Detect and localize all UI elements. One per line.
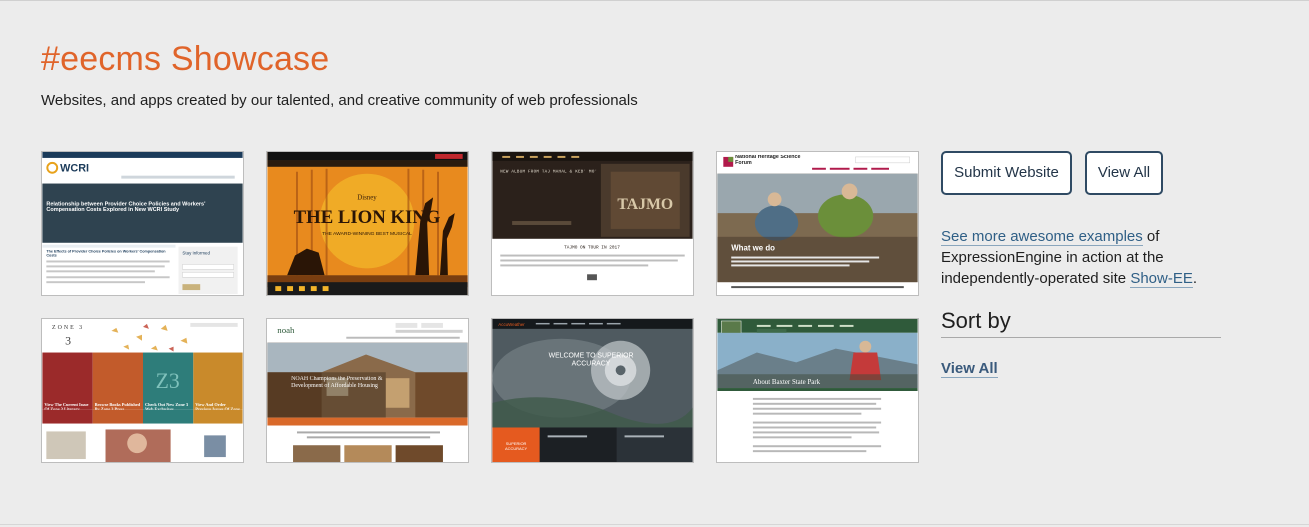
bottom-divider	[0, 524, 1309, 525]
wcri-logo-text: WCRI	[60, 163, 89, 175]
lion-king-title: THE LION KING	[294, 207, 441, 228]
accuweather-logo-text: AccuWeather	[498, 322, 525, 327]
view-all-button[interactable]: View All	[1085, 151, 1163, 195]
wcri-sidebar-title: Stay Informed	[182, 251, 210, 256]
info-end-text: .	[1192, 270, 1198, 287]
lion-king-brand: Disney	[357, 194, 377, 201]
heritage-science-screenshot: National Heritage Science Forum What we …	[717, 152, 918, 295]
showcase-info-text: See more awesome examples of ExpressionE…	[941, 226, 1221, 289]
sort-divider	[941, 337, 1221, 338]
showcase-card-lion-king[interactable]: Disney THE LION KING THE AWARD-WINNING B…	[266, 151, 469, 296]
accuweather-cta: SUPERIOR ACCURACY	[504, 441, 528, 452]
sort-by-heading: Sort by	[941, 308, 1011, 333]
heritage-section-title: What we do	[731, 244, 775, 253]
show-ee-link[interactable]: Show-EE	[1130, 270, 1193, 288]
showcase-card-wcri[interactable]: WCRI Relationship between Provider Choic…	[41, 151, 244, 296]
zone3-logo-text: ZONE 3	[52, 325, 84, 331]
showcase-card-zone3[interactable]: ZONE 3 3 Z3 View The Current Issue Of Zo…	[41, 318, 244, 463]
showcase-card-accuweather[interactable]: AccuWeather WELCOME TO SUPERIOR ACCURACY…	[491, 318, 694, 463]
tajmo-screenshot: TAJMO NEW ALBUM FROM TAJ MAHAL & KEB' MO…	[492, 152, 693, 295]
noah-screenshot: noah NOAH Champions the Preservation & D…	[267, 319, 468, 462]
lion-king-tagline: THE AWARD-WINNING BEST MUSICAL	[322, 231, 412, 237]
sort-view-all-link[interactable]: View All	[941, 360, 998, 378]
svg-text:3: 3	[65, 334, 71, 348]
showcase-card-heritage-science[interactable]: National Heritage Science Forum What we …	[716, 151, 919, 296]
baxter-screenshot: About Baxter State Park	[717, 319, 918, 462]
wcri-article-title: The Effects of Provider Choice Policies …	[46, 249, 166, 258]
svg-text:Z3: Z3	[156, 369, 180, 393]
zone3-screenshot: ZONE 3 3 Z3 View The Current Issue Of Zo…	[42, 319, 243, 462]
baxter-hero-headline: About Baxter State Park	[753, 379, 821, 386]
noah-logo-text: noah	[277, 325, 295, 335]
tajmo-headline: NEW ALBUM FROM TAJ MAHAL & KEB' MO'	[500, 170, 598, 175]
accuweather-screenshot: AccuWeather WELCOME TO SUPERIOR ACCURACY…	[492, 319, 693, 462]
page-title: #eecms Showcase	[41, 40, 330, 78]
wcri-screenshot: WCRI Relationship between Provider Choic…	[42, 152, 243, 295]
showcase-card-tajmo[interactable]: TAJMO NEW ALBUM FROM TAJ MAHAL & KEB' MO…	[491, 151, 694, 296]
showcase-card-noah[interactable]: noah NOAH Champions the Preservation & D…	[266, 318, 469, 463]
more-examples-link[interactable]: See more awesome examples	[941, 228, 1143, 246]
tajmo-album-title: TAJMO	[617, 196, 673, 213]
accuweather-hero-headline: WELCOME TO SUPERIOR ACCURACY	[548, 352, 634, 368]
showcase-card-baxter[interactable]: About Baxter State Park	[716, 318, 919, 463]
lion-king-screenshot: Disney THE LION KING THE AWARD-WINNING B…	[267, 152, 468, 295]
tajmo-section-title: TAJMO ON TOUR IN 2017	[564, 245, 620, 251]
wcri-hero-headline: Relationship between Provider Choice Pol…	[46, 201, 206, 214]
page-subtitle: Websites, and apps created by our talent…	[41, 92, 638, 109]
noah-hero-headline: NOAH Champions the Preservation & Develo…	[291, 376, 383, 390]
top-divider	[0, 0, 1309, 1]
submit-website-button[interactable]: Submit Website	[941, 151, 1072, 195]
heritage-logo-text: National Heritage Science Forum	[735, 154, 801, 166]
